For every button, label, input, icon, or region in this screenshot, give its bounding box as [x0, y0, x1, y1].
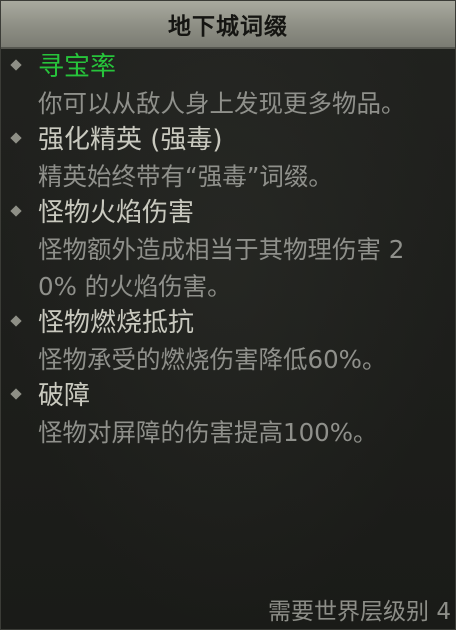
affix-description: 怪物承受的燃烧伤害降低60%。 — [38, 345, 387, 374]
diamond-bullet-icon — [10, 59, 22, 71]
affix-entry-barrier-breaker: 破障 怪物对屏障的伤害提高100%。 — [1, 378, 455, 451]
affix-name: 怪物火焰伤害 — [38, 198, 195, 228]
diamond-bullet-icon — [10, 205, 22, 217]
affix-entry-empowered-elites: 强化精英 (强毒) 精英始终带有“强毒”词缀。 — [1, 122, 455, 195]
world-tier-requirement: 需要世界层级别 4 — [268, 599, 451, 625]
affix-name: 怪物燃烧抵抗 — [38, 308, 195, 338]
affix-name: 强化精英 (强毒) — [38, 125, 223, 155]
affix-description: 精英始终带有“强毒”词缀。 — [38, 162, 333, 191]
affix-entry-monster-burn-resistance: 怪物燃烧抵抗 怪物承受的燃烧伤害降低60%。 — [1, 305, 455, 378]
affix-name: 破障 — [38, 381, 91, 411]
affix-entry-monster-fire-damage: 怪物火焰伤害 怪物额外造成相当于其物理伤害 20% 的火焰伤害。 — [1, 195, 455, 305]
diamond-bullet-icon — [10, 132, 22, 144]
affix-list: 寻宝率 你可以从敌人身上发现更多物品。 强化精英 (强毒) 精英始终带有“强毒”… — [1, 49, 455, 451]
dungeon-affix-tooltip: 地下城词缀 寻宝率 你可以从敌人身上发现更多物品。 强化精英 (强毒) 精英始终… — [0, 0, 456, 630]
affix-description: 怪物额外造成相当于其物理伤害 20% 的火焰伤害。 — [38, 235, 405, 301]
tooltip-header: 地下城词缀 — [1, 1, 455, 49]
affix-description: 怪物对屏障的伤害提高100%。 — [38, 418, 378, 447]
affix-name: 寻宝率 — [38, 52, 117, 82]
affix-entry-treasure-rate: 寻宝率 你可以从敌人身上发现更多物品。 — [1, 49, 455, 122]
diamond-bullet-icon — [10, 388, 22, 400]
diamond-bullet-icon — [10, 315, 22, 327]
affix-description: 你可以从敌人身上发现更多物品。 — [38, 89, 406, 118]
tooltip-title: 地下城词缀 — [168, 14, 288, 40]
